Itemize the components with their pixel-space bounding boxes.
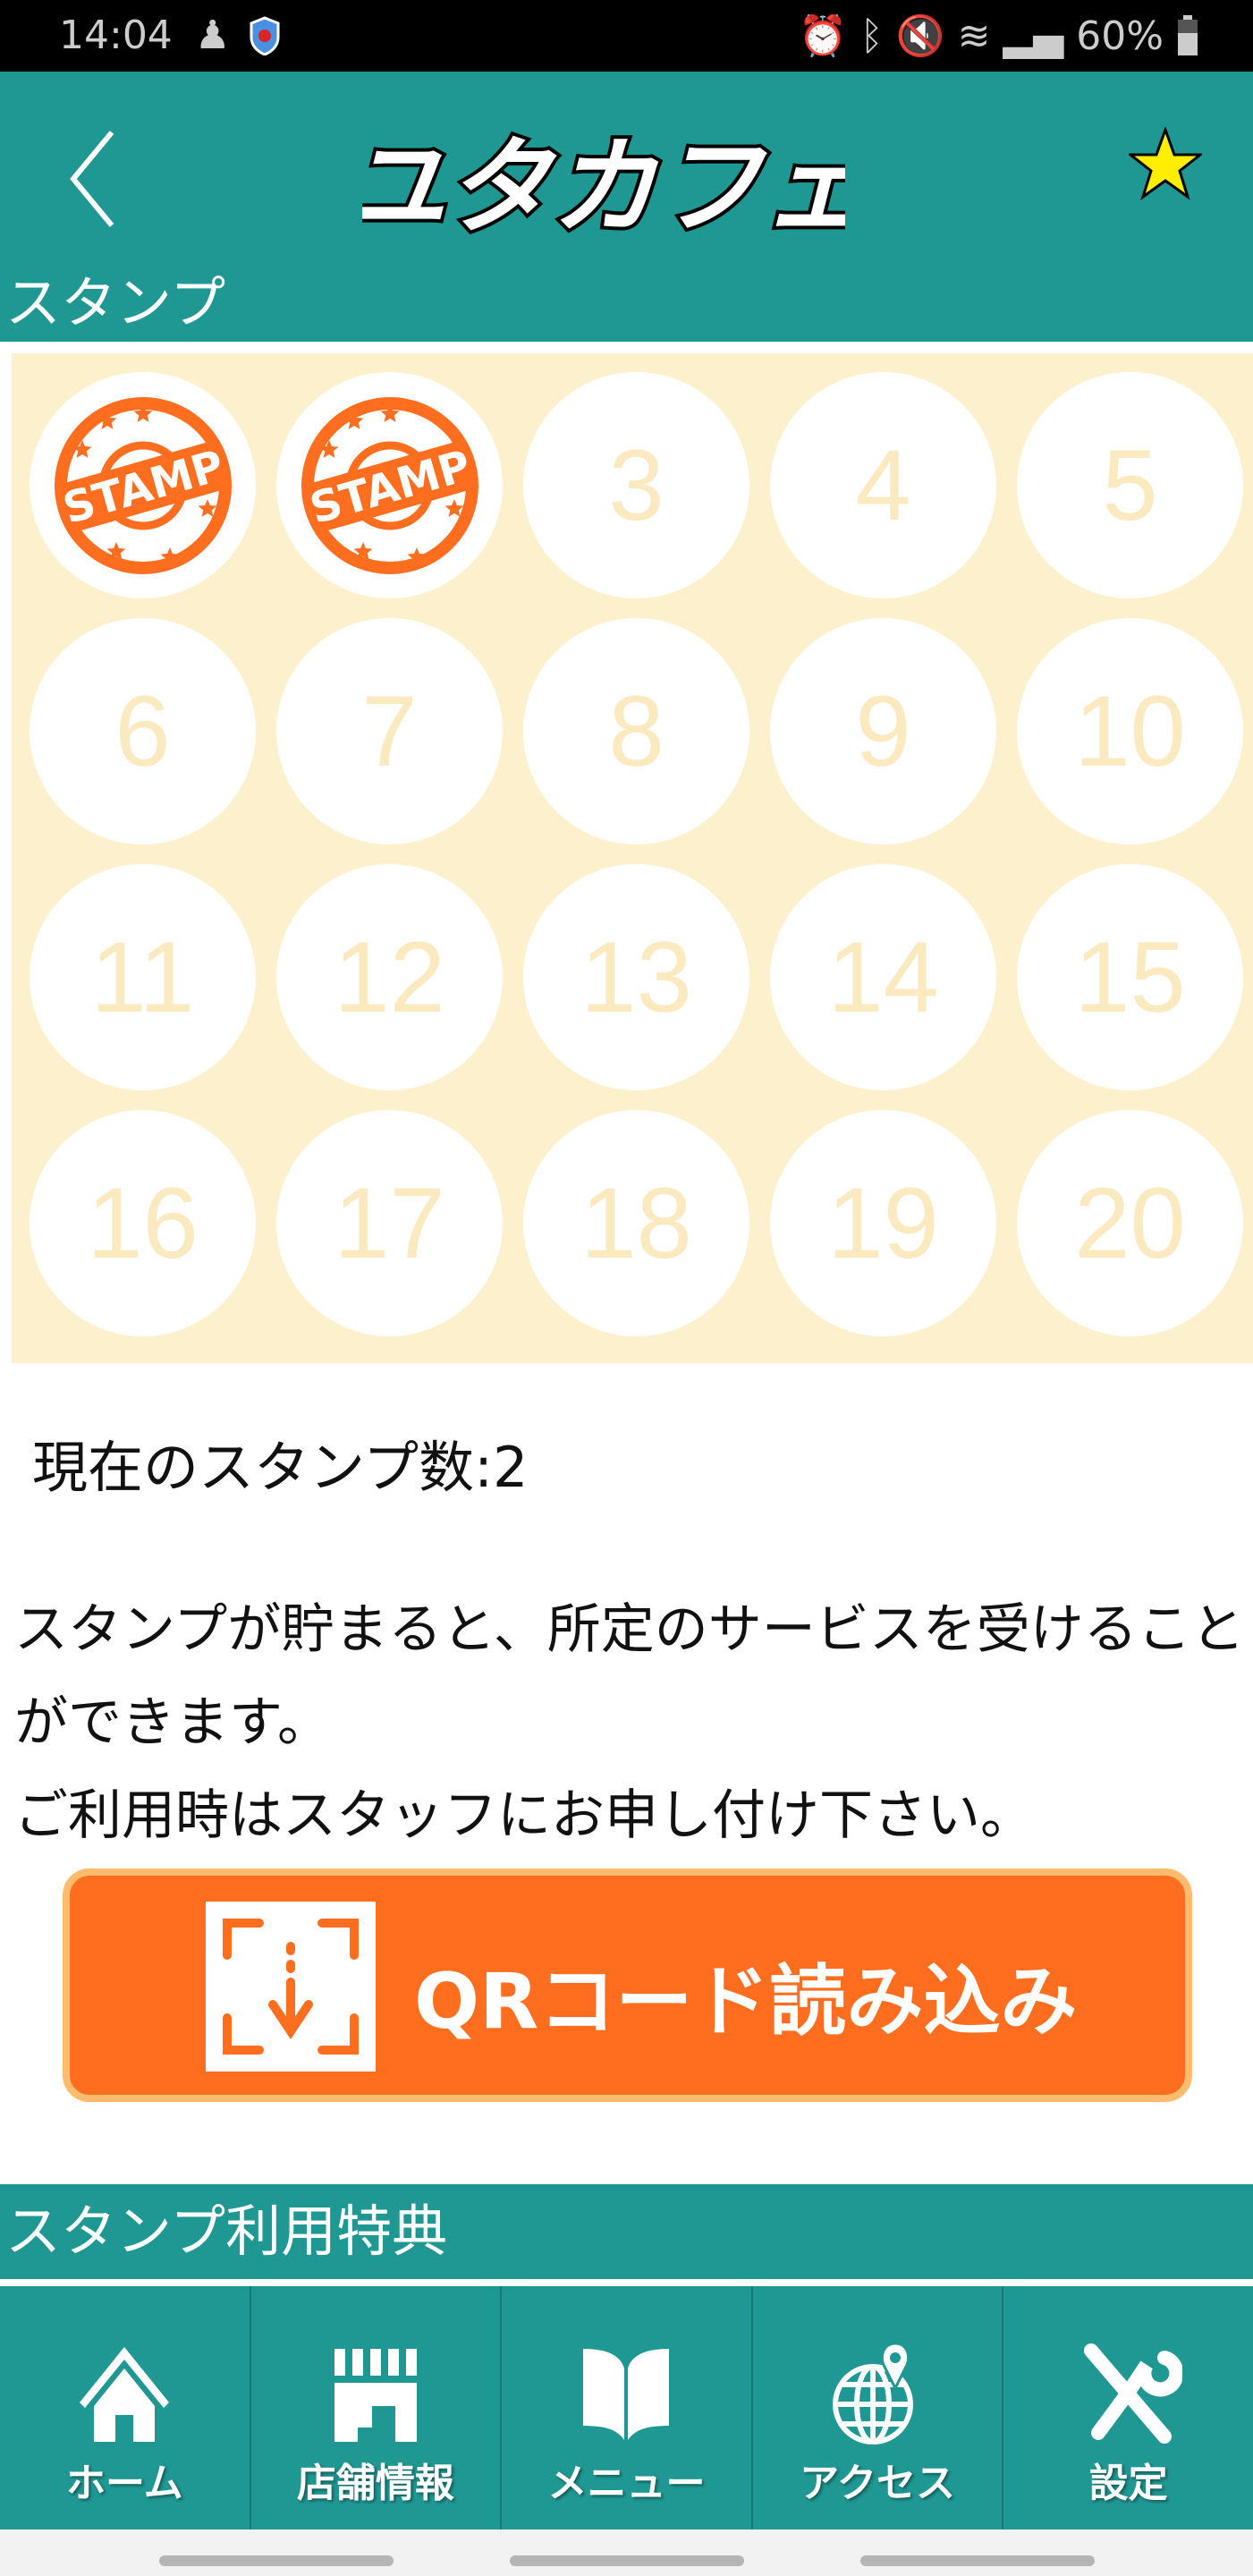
qr-scan-icon — [206, 1902, 376, 2072]
recent-apps-button[interactable] — [159, 2555, 394, 2566]
slot-number: 13 — [580, 921, 692, 1033]
description-line: スタンプが貯まると、所定のサービスを受けることができます。 — [14, 1598, 1245, 1754]
signal-icon: ▂▄ — [1003, 13, 1064, 59]
bottom-nav: ホーム 店舗情報 メニュー アクセス 設定 — [0, 2286, 1253, 2529]
system-nav-bar — [0, 2529, 1253, 2576]
stamp-slot: 3 — [523, 372, 749, 598]
qr-scan-button[interactable]: QRコード読み込み — [63, 1868, 1192, 2102]
status-bar: 14:04 ♟ ⏰ ᛒ 🔇 ≋ ▂▄ 60% — [0, 0, 1253, 72]
stamp-slot: 20 — [1017, 1110, 1243, 1336]
slot-number: 14 — [827, 921, 939, 1033]
stamp-slot: 10 — [1017, 618, 1243, 844]
book-icon — [583, 2349, 670, 2440]
nav-home[interactable]: ホーム — [0, 2286, 251, 2529]
stamp-slot: STAMP — [30, 372, 256, 598]
stamp-count: 現在のスタンプ数:2 — [32, 1435, 529, 1500]
stamp-slot: 9 — [770, 618, 996, 844]
slot-number: 16 — [87, 1167, 199, 1279]
description-line: ご利用時はスタッフにお申し付け下さい。 — [14, 1784, 1034, 1847]
favorite-star-icon[interactable] — [1129, 127, 1202, 200]
stamp-mark-icon: STAMP — [54, 396, 232, 574]
slot-number: 3 — [608, 429, 665, 541]
stamp-card: STAMP STAMP 3 4 5 6 7 8 9 10 11 12 13 14 15 16 17 18 19 20 — [12, 353, 1253, 1363]
stamp-slot: 15 — [1017, 864, 1243, 1090]
stamp-slot: 5 — [1017, 372, 1243, 598]
slot-number: 20 — [1074, 1167, 1186, 1279]
store-icon — [334, 2349, 417, 2442]
globe-pin-icon — [833, 2342, 914, 2445]
stamp-slot: 13 — [523, 864, 749, 1090]
bluetooth-icon: ᛒ — [859, 13, 884, 59]
stamp-slot: 4 — [770, 372, 996, 598]
nav-store-info[interactable]: 店舗情報 — [251, 2286, 503, 2529]
nav-settings[interactable]: 設定 — [1003, 2286, 1253, 2529]
slot-number: 17 — [334, 1167, 445, 1279]
back-button[interactable] — [63, 125, 125, 233]
slot-number: 6 — [114, 675, 171, 787]
stamp-slot: 6 — [30, 618, 256, 844]
stamp-slot: 7 — [276, 618, 503, 844]
slot-number: 19 — [827, 1167, 939, 1279]
stamp-slot: 19 — [770, 1110, 996, 1336]
slot-number: 10 — [1074, 675, 1186, 787]
section-title: スタンプ利用特典 — [0, 2184, 1253, 2279]
qr-button-label: QRコード読み込み — [414, 1957, 1078, 2046]
stamp-slot: 11 — [30, 864, 256, 1090]
notification-icon: ♟ — [195, 13, 231, 58]
home-system-button[interactable] — [510, 2555, 744, 2566]
nav-access[interactable]: アクセス — [753, 2286, 1004, 2529]
description: スタンプが貯まると、所定のサービスを受けることができます。 ご利用時はスタッフに… — [14, 1583, 1249, 1862]
slot-number: 5 — [1102, 429, 1158, 541]
slot-number: 7 — [361, 675, 418, 787]
battery-icon — [1178, 15, 1198, 55]
wifi-icon: ≋ — [957, 13, 991, 59]
battery-level: 60% — [1076, 13, 1164, 59]
shield-icon — [250, 15, 280, 55]
slot-number: 18 — [580, 1167, 692, 1279]
stamp-slot: 18 — [523, 1110, 749, 1336]
alarm-icon: ⏰ — [798, 13, 848, 59]
home-icon — [80, 2347, 170, 2442]
stamp-slot: 14 — [770, 864, 996, 1090]
stamp-mark-icon: STAMP — [301, 396, 478, 574]
back-system-button[interactable] — [860, 2555, 1095, 2566]
mute-icon: 🔇 — [895, 13, 945, 59]
slot-number: 15 — [1074, 921, 1186, 1033]
slot-number: 12 — [334, 921, 445, 1033]
stamp-slot: 8 — [523, 618, 749, 844]
page-title: スタンプ — [5, 270, 226, 335]
slot-number: 4 — [855, 429, 911, 541]
tools-icon — [1083, 2343, 1182, 2444]
nav-menu[interactable]: メニュー — [502, 2286, 753, 2529]
slot-number: 9 — [855, 675, 911, 787]
stamp-slot: 12 — [276, 864, 503, 1090]
svg-text:ユタカフェ: ユタカフェ — [362, 125, 845, 249]
stamp-slot: STAMP — [276, 372, 503, 598]
stamp-slot: 16 — [30, 1110, 256, 1336]
slot-number: 11 — [90, 921, 195, 1033]
clock: 14:04 — [59, 13, 173, 58]
stamp-slot: 17 — [276, 1110, 503, 1336]
app-header: ユタカフェ スタンプ — [0, 72, 1253, 342]
slot-number: 8 — [608, 675, 665, 787]
app-logo: ユタカフェ — [362, 122, 845, 250]
